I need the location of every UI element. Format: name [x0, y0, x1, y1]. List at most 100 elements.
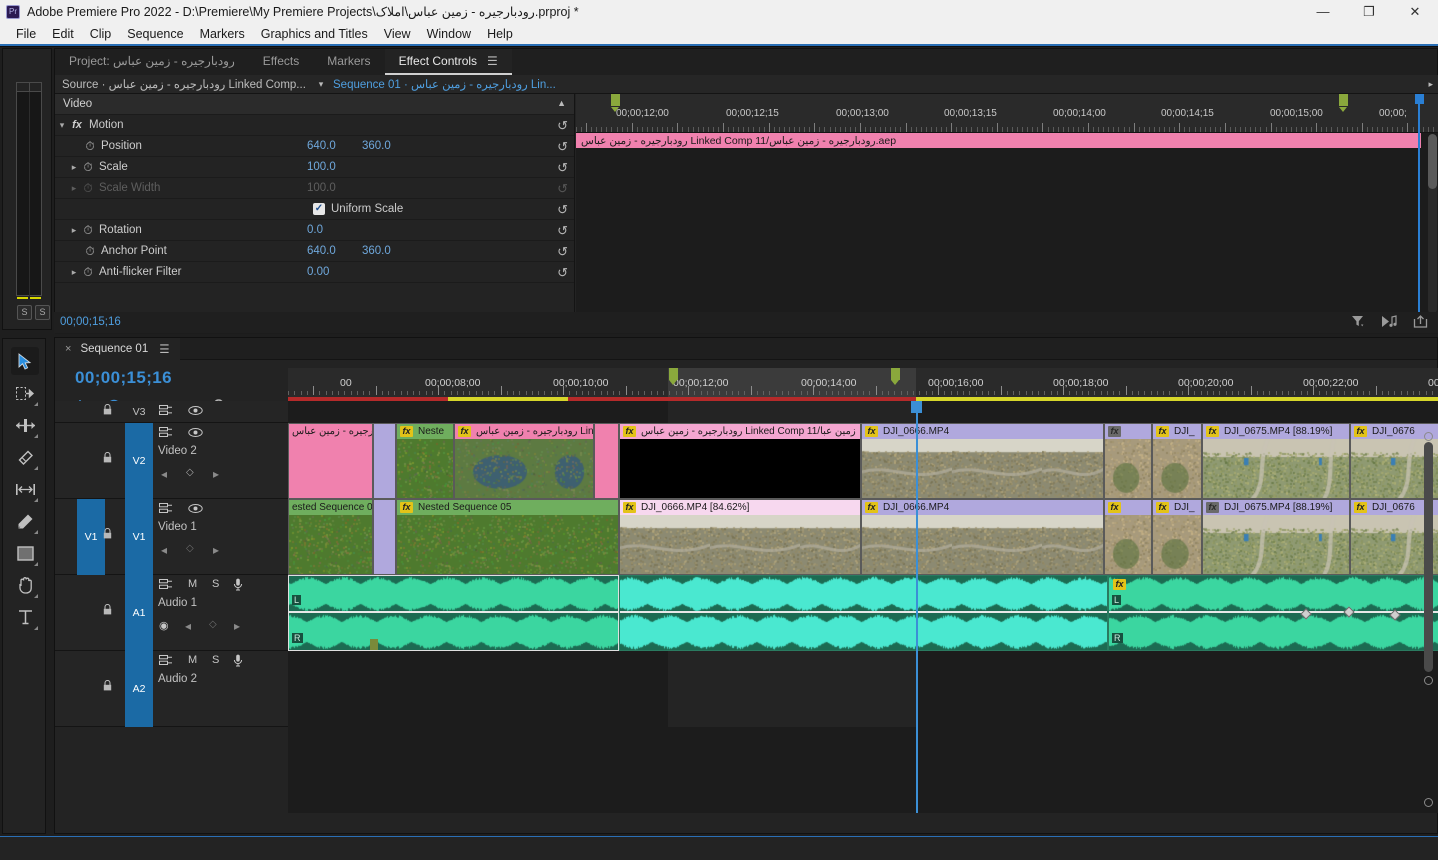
mic-icon[interactable] [233, 578, 243, 594]
property-anchor-point-value-x[interactable]: 640.0 [307, 245, 336, 257]
track-lock-icon[interactable] [103, 603, 112, 618]
effect-controls-ruler[interactable]: 00;00;12;00 00;00;12;15 00;00;13;00 00;0… [576, 94, 1438, 133]
solo-track-button[interactable]: S [212, 654, 219, 666]
property-anti-flicker-row[interactable]: ▸ ⏱ Anti-flicker Filter 0.00 ↺ [55, 262, 574, 283]
panel-menu-icon[interactable]: ☰ [487, 54, 498, 68]
timeline-clip[interactable]: fxDJI_0666.MP4 [861, 499, 1104, 575]
uniform-scale-checkbox[interactable]: ✓ [313, 203, 325, 215]
play-audio-icon[interactable] [1381, 315, 1397, 331]
timeline-clip[interactable]: fxDJI_0666.MP4 [861, 423, 1104, 499]
effect-motion-row[interactable]: ▾ fx Motion ↺ [55, 115, 574, 136]
tab-project[interactable]: Project: رودبارجیره - زمین عباس [55, 49, 249, 75]
vscroll-top-knob[interactable] [1424, 432, 1433, 441]
collapse-icon[interactable]: ▲ [557, 98, 566, 108]
vscroll-bottom-knob[interactable] [1424, 676, 1433, 685]
audio-solo-left-button[interactable]: S [17, 305, 32, 320]
keyframe-prev-icon[interactable]: ◂ [161, 543, 167, 557]
ec-marker[interactable] [1339, 94, 1348, 112]
ec-timecode[interactable]: 00;00;15;16 [60, 316, 121, 328]
timeline-clip[interactable] [594, 423, 619, 499]
timeline-clip[interactable]: رودبارجیره - زمین عباس.aep [288, 423, 373, 499]
disclosure-icon[interactable]: ▸ [67, 225, 81, 236]
menu-edit[interactable]: Edit [44, 25, 82, 43]
menu-help[interactable]: Help [479, 25, 521, 43]
ec-clip-bar[interactable]: رودبارجیره - زمین عباس Linked Comp 11/رو… [576, 133, 1421, 148]
property-position-value-y[interactable]: 360.0 [362, 140, 391, 152]
clip-marker[interactable] [370, 639, 378, 650]
selection-tool[interactable] [11, 347, 39, 375]
timeline-clip[interactable]: fx رودبارجیره - زمین عباس Linked C [454, 423, 594, 499]
property-scale-width-row[interactable]: ▸ ⏱ Scale Width 100.0 ↺ [55, 178, 574, 199]
reset-icon[interactable]: ↺ [557, 265, 568, 281]
solo-track-button[interactable]: S [212, 578, 219, 590]
track-lock-icon[interactable] [103, 451, 112, 466]
razor-tool[interactable] [11, 443, 39, 471]
reset-icon[interactable]: ↺ [557, 139, 568, 155]
volume-keyframe-icon[interactable]: ◉ [159, 619, 169, 632]
slip-tool[interactable] [11, 475, 39, 503]
property-position-row[interactable]: ⏱ Position 640.0 360.0 ↺ [55, 136, 574, 157]
source-patch-v1[interactable]: V1 [77, 499, 105, 575]
add-keyframe-icon[interactable]: ◇ [186, 543, 194, 554]
timeline-clip[interactable]: fx DJI_ [1152, 499, 1202, 575]
stopwatch-icon[interactable]: ⏱ [81, 160, 95, 175]
track-sync-lock-icon[interactable] [159, 427, 173, 442]
vscroll-extra-knob[interactable] [1424, 798, 1433, 807]
pen-tool[interactable] [11, 507, 39, 535]
track-sync-lock-icon[interactable] [159, 503, 173, 518]
mute-track-button[interactable]: M [188, 654, 197, 666]
track-name-a2[interactable]: A2 [125, 651, 153, 727]
chevron-down-icon[interactable]: ▾ [313, 79, 329, 90]
track-header-v3[interactable]: V3 [55, 401, 288, 423]
reset-icon[interactable]: ↺ [557, 244, 568, 260]
ripple-edit-tool[interactable] [11, 411, 39, 439]
timeline-marker[interactable] [669, 368, 678, 385]
ec-playhead[interactable] [1418, 94, 1420, 316]
timeline-clip[interactable]: fx DJI_0675.MP4 [88.19%] [1202, 499, 1350, 575]
track-lock-icon[interactable] [103, 403, 112, 418]
track-output-eye-icon[interactable] [188, 427, 203, 441]
property-rotation-row[interactable]: ▸ ⏱ Rotation 0.0 ↺ [55, 220, 574, 241]
timeline-ruler[interactable]: 00 00;00;08;00 00;00;10;00 00;00;12;00 0… [288, 368, 1438, 398]
disclosure-icon[interactable]: ▸ [67, 183, 81, 194]
audio-volume-rubberband[interactable] [289, 611, 618, 613]
menu-markers[interactable]: Markers [192, 25, 253, 43]
audio-solo-right-button[interactable]: S [35, 305, 50, 320]
keyframe-next-icon[interactable]: ▸ [213, 543, 219, 557]
timeline-clip[interactable] [373, 499, 396, 575]
track-output-eye-icon[interactable] [188, 405, 203, 419]
audio-volume-rubberband[interactable] [1109, 611, 1438, 613]
property-anchor-point-value-y[interactable]: 360.0 [362, 245, 391, 257]
timeline-track-area[interactable]: رودبارجیره - زمین عباس.aepfxNestefxرودبا… [288, 401, 1438, 813]
property-position-value-x[interactable]: 640.0 [307, 140, 336, 152]
menu-window[interactable]: Window [419, 25, 479, 43]
timeline-audio-clip[interactable]: fx L R [1108, 575, 1438, 651]
mute-track-button[interactable]: M [188, 578, 197, 590]
track-name-v3[interactable]: V3 [125, 401, 153, 423]
timeline-playhead-head[interactable] [911, 401, 922, 413]
track-header-a1[interactable]: A1 M S Audio 1 ◉ ◂ ◇ ▸ [55, 575, 288, 651]
filter-icon[interactable] [1351, 315, 1365, 331]
disclosure-icon[interactable]: ▾ [55, 120, 69, 131]
effect-controls-mini-timeline[interactable]: 00;00;12;00 00;00;12;15 00;00;13;00 00;0… [576, 94, 1438, 316]
property-rotation-value[interactable]: 0.0 [307, 224, 323, 236]
reset-icon[interactable]: ↺ [557, 160, 568, 176]
track-sync-lock-icon[interactable] [159, 579, 173, 594]
timeline-clip[interactable]: ested Sequence 04 [288, 499, 373, 575]
menu-clip[interactable]: Clip [82, 25, 120, 43]
property-scale-row[interactable]: ▸ ⏱ Scale 100.0 ↺ [55, 157, 574, 178]
track-header-v1[interactable]: V1 V1 Video 1 ◂ ◇ ▸ [55, 499, 288, 575]
timeline-clip[interactable]: fx [1104, 499, 1152, 575]
track-name-v2[interactable]: V2 [125, 423, 153, 499]
track-sync-lock-icon[interactable] [159, 405, 173, 420]
add-keyframe-icon[interactable]: ◇ [186, 467, 194, 478]
timeline-playhead[interactable] [916, 401, 918, 813]
rectangle-tool[interactable] [11, 539, 39, 567]
timeline-clip[interactable]: fx رودبارجیره - زمین عباس Linked Comp 11/… [619, 423, 861, 499]
track-header-a2[interactable]: A2 M S Audio 2 [55, 651, 288, 727]
ec-playhead-head[interactable] [1414, 94, 1424, 104]
property-scale-value[interactable]: 100.0 [307, 161, 336, 173]
menu-sequence[interactable]: Sequence [119, 25, 191, 43]
stopwatch-icon[interactable]: ⏱ [83, 139, 97, 154]
ec-marker[interactable] [611, 94, 620, 112]
